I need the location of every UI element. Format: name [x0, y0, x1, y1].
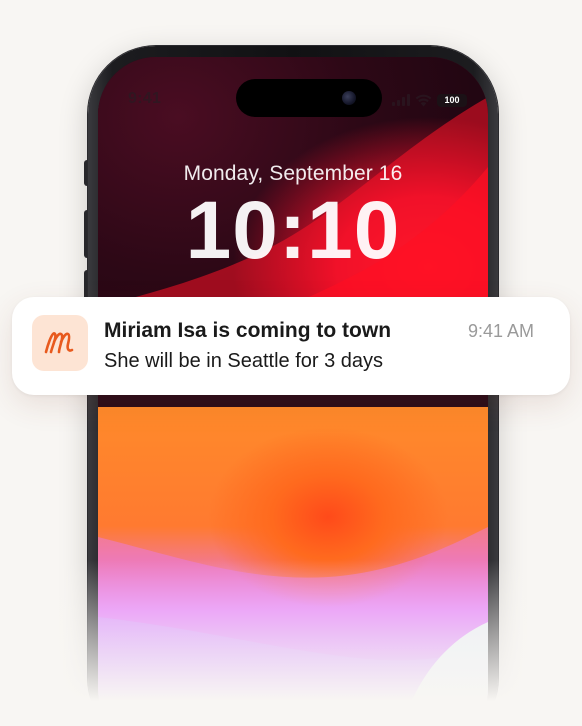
lock-screen-clock: 10:10	[185, 185, 401, 276]
cellular-signal-icon	[392, 94, 410, 106]
status-bar-icons: 100	[392, 92, 467, 108]
cursive-m-app-icon	[32, 315, 88, 371]
notification-timestamp: 9:41 AM	[467, 321, 534, 341]
notification-card[interactable]: Miriam Isa is coming to town She will be…	[12, 297, 570, 395]
dynamic-island	[236, 79, 382, 117]
stage: 9:41 100 Monday, September 16 10:10 Miri…	[0, 0, 582, 726]
battery-icon: 100	[437, 93, 467, 107]
notification-body: She will be in Seattle for 3 days	[104, 350, 384, 372]
wifi-icon	[415, 94, 432, 106]
lock-screen-date: Monday, September 16	[183, 162, 403, 185]
status-bar-time: 9:41	[128, 90, 162, 107]
front-camera	[342, 91, 356, 105]
bottom-fade	[0, 560, 582, 726]
notification-title: Miriam Isa is coming to town	[104, 319, 392, 342]
